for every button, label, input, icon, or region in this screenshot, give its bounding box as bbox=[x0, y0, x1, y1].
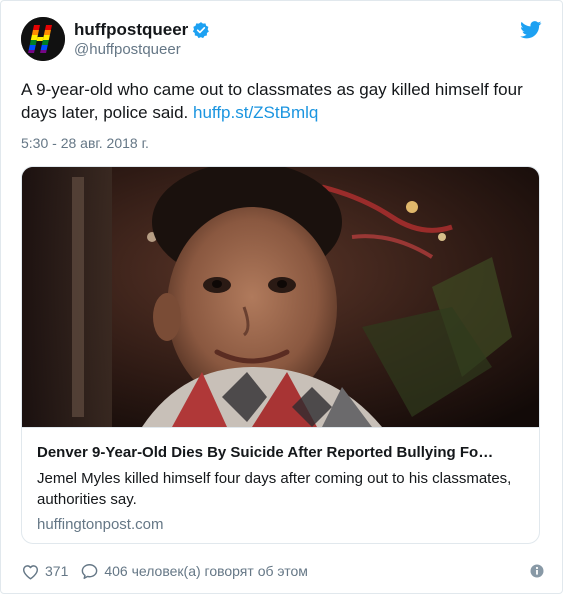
card-domain: huffingtonpost.com bbox=[37, 516, 164, 533]
link-card[interactable]: Denver 9-Year-Old Dies By Suicide After … bbox=[21, 166, 540, 544]
tweet-link[interactable]: huffp.st/ZStBmlq bbox=[193, 103, 318, 122]
card-description: Jemel Myles killed himself four days aft… bbox=[37, 470, 512, 508]
avatar[interactable] bbox=[21, 17, 65, 61]
info-icon[interactable] bbox=[530, 564, 544, 578]
tweet-header: huffpostqueer @huffpostqueer bbox=[21, 15, 210, 63]
rainbow-h-logo-icon bbox=[21, 17, 65, 61]
display-name-row: huffpostqueer bbox=[74, 19, 210, 40]
speech-bubble-icon bbox=[82, 563, 98, 579]
like-button[interactable]: 371 bbox=[21, 562, 68, 581]
user-names: huffpostqueer @huffpostqueer bbox=[74, 19, 210, 59]
embedded-tweet: huffpostqueer @huffpostqueer A 9-year-ol… bbox=[0, 0, 563, 594]
photo-boy-smiling bbox=[22, 167, 539, 427]
twitter-bird-icon[interactable] bbox=[520, 21, 542, 39]
display-name[interactable]: huffpostqueer bbox=[74, 19, 188, 40]
verified-badge-icon bbox=[192, 21, 210, 39]
conversation-button[interactable]: 406 человек(а) говорят об этом bbox=[80, 562, 308, 581]
tweet-footer: 371 406 человек(а) говорят об этом bbox=[21, 559, 546, 583]
card-title[interactable]: Denver 9-Year-Old Dies By Suicide After … bbox=[37, 443, 524, 463]
tweet-text: A 9-year-old who came out to classmates … bbox=[21, 78, 546, 124]
heart-icon bbox=[22, 564, 39, 579]
tweet-timestamp[interactable]: 5:30 - 28 авг. 2018 г. bbox=[21, 135, 149, 151]
card-body: Denver 9-Year-Old Dies By Suicide After … bbox=[22, 427, 539, 535]
talking-count: 406 человек(а) говорят об этом bbox=[104, 563, 308, 579]
like-count: 371 bbox=[45, 563, 69, 579]
user-handle[interactable]: @huffpostqueer bbox=[74, 40, 210, 59]
card-image[interactable] bbox=[22, 167, 539, 427]
